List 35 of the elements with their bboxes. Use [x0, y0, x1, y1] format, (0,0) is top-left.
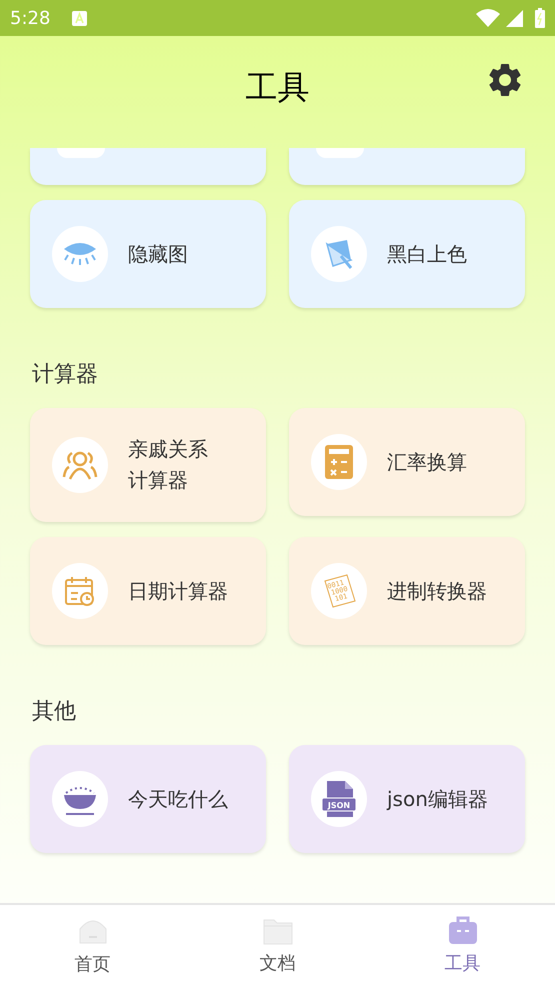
- page-title: 工具: [246, 67, 310, 108]
- paint-icon: [323, 238, 355, 270]
- tool-card[interactable]: [30, 148, 266, 185]
- nav-tab[interactable]: 首页: [0, 905, 185, 988]
- tool-label: 今天吃什么: [128, 786, 228, 812]
- tool-label: 隐藏图: [128, 240, 188, 268]
- tool-label: 亲戚关系: [128, 436, 208, 463]
- tool-card[interactable]: 汇率换算: [289, 408, 525, 516]
- eye-icon: [62, 241, 98, 267]
- nav-tab[interactable]: 工具: [370, 905, 555, 988]
- toolbox-icon: [446, 916, 478, 946]
- tool-label: 进制转换器: [387, 578, 487, 604]
- tool-card[interactable]: [289, 148, 525, 185]
- nav-tab[interactable]: 文档: [185, 905, 370, 988]
- tool-card[interactable]: 黑白上色: [289, 200, 525, 308]
- calendar-icon: [64, 575, 96, 607]
- wifi-icon: [476, 9, 500, 27]
- people-icon: [62, 449, 98, 481]
- section-title: 其他: [31, 698, 77, 726]
- battery-icon: [535, 8, 545, 28]
- tool-label: 汇率换算: [387, 448, 467, 476]
- tool-label: json编辑器: [387, 786, 488, 812]
- section-title: 计算器: [31, 361, 99, 389]
- tool-card[interactable]: 日期计算器: [30, 537, 266, 645]
- signal-icon: [506, 10, 523, 26]
- status-time: 5:28: [10, 6, 50, 30]
- calculator-icon: [325, 445, 353, 479]
- tool-label: 黑白上色: [387, 240, 467, 268]
- tool-label: 日期计算器: [128, 578, 228, 604]
- tool-label: 计算器: [128, 467, 189, 494]
- tool-card[interactable]: 亲戚关系 计算器: [30, 408, 266, 522]
- tool-card[interactable]: JSON json编辑器: [289, 745, 525, 853]
- tool-card[interactable]: 隐藏图: [30, 200, 266, 308]
- notification-icon: [72, 10, 88, 26]
- tool-card[interactable]: 今天吃什么: [30, 745, 266, 853]
